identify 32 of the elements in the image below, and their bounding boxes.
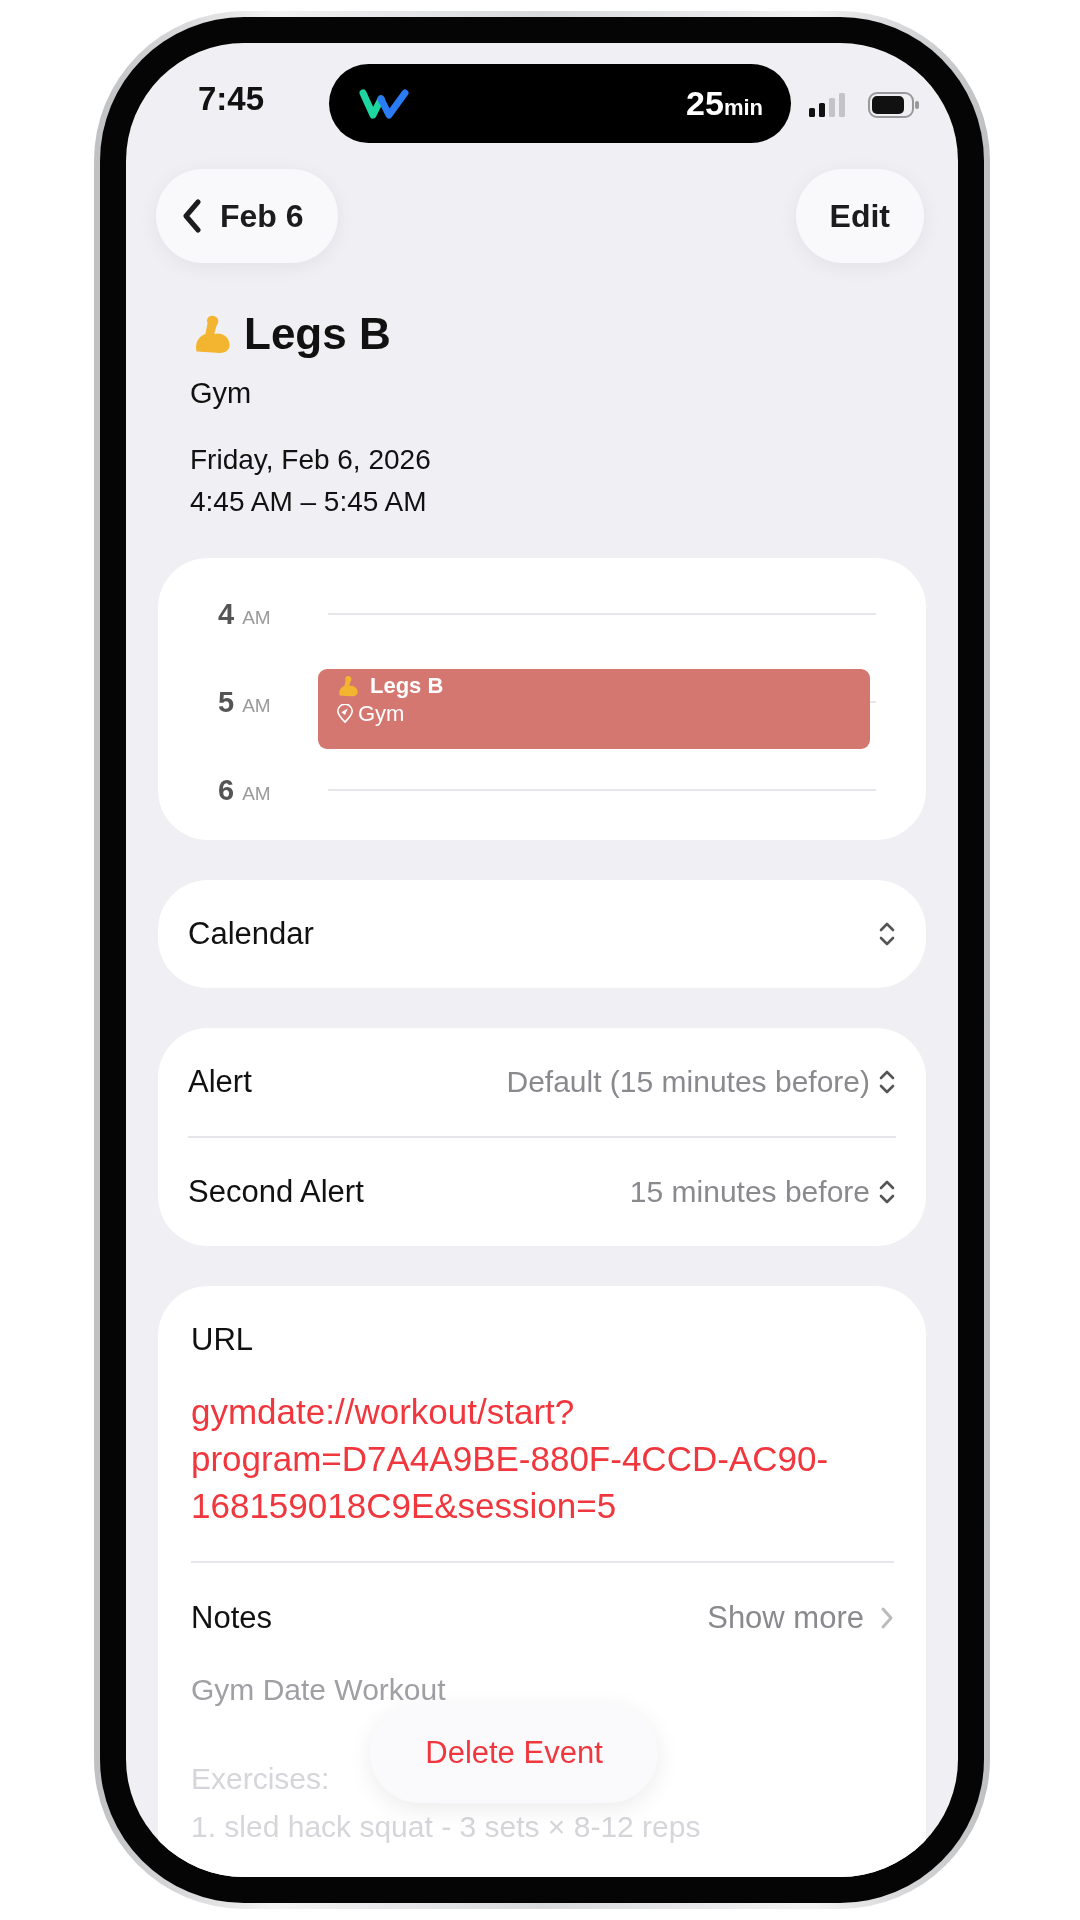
status-time: 7:45 <box>198 80 265 118</box>
chevron-left-icon <box>182 199 202 233</box>
event-block-location: Gym <box>358 701 405 727</box>
chevron-right-icon <box>880 1606 894 1630</box>
up-down-chevron-icon <box>878 1178 896 1206</box>
event-date: Friday, Feb 6, 2026 <box>190 444 432 476</box>
back-button[interactable]: Feb 6 <box>156 169 338 263</box>
url-link[interactable]: gymdate://workout/start?program=D7A4A9BE-880F-4CCD-AC90-168159018C9E&session=5 <box>191 1388 894 1561</box>
delete-event-button[interactable]: Delete Event <box>370 1703 658 1803</box>
location-pin-icon <box>336 704 354 724</box>
row-label: Alert <box>188 1064 252 1100</box>
hour-label: 4 AM <box>218 597 272 631</box>
battery-icon <box>868 92 920 118</box>
app-logo-icon <box>359 88 411 119</box>
event-block-title: Legs B <box>370 673 444 699</box>
hour-label: 5 AM <box>218 685 272 719</box>
notes-label: Notes <box>191 1600 272 1636</box>
row-value: Default (15 minutes before) <box>506 1065 870 1099</box>
row-label: Second Alert <box>188 1174 364 1210</box>
event-time-range: 4:45 AM – 5:45 AM <box>190 486 428 518</box>
up-down-chevron-icon <box>878 920 896 948</box>
hour-label: 6 AM <box>218 773 272 807</box>
row-label: Calendar <box>188 916 314 952</box>
up-down-chevron-icon <box>878 1068 896 1096</box>
row-value: 15 minutes before <box>629 1175 870 1209</box>
url-label: URL <box>191 1321 254 1358</box>
alert-row[interactable]: Alert Default (15 minutes before) <box>188 1028 896 1136</box>
alert-row[interactable]: Second Alert 15 minutes before <box>188 1138 896 1246</box>
edit-button[interactable]: Edit <box>795 169 924 263</box>
event-calendar: Gym <box>190 377 253 410</box>
event-title: Legs B <box>244 309 391 359</box>
live-activity-timer: 25min <box>686 84 763 123</box>
